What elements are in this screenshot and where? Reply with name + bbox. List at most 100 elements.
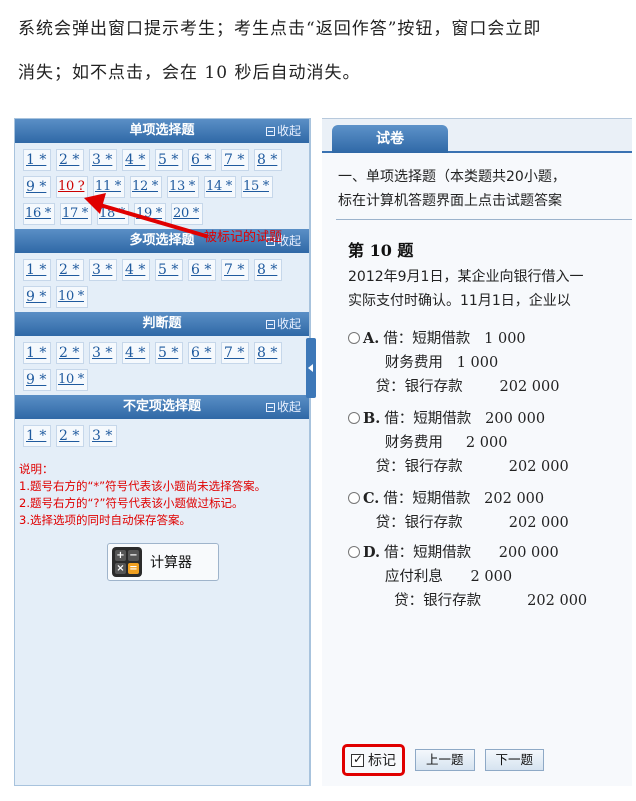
mark-checkbox[interactable]: 标记 xyxy=(342,744,405,776)
divider xyxy=(336,219,632,220)
question-link[interactable]: 4 * xyxy=(122,342,150,364)
question-link[interactable]: 8 * xyxy=(254,259,282,281)
question-grid-single-choice: 1 * 2 * 3 * 4 * 5 * 6 * 7 * 8 * 9 * 10 ? 11 * 12 * 1… xyxy=(15,143,309,229)
mark-label: 标记 xyxy=(368,753,396,769)
annotation-label: 被标记的试题 xyxy=(204,230,283,245)
option-d[interactable]: D. 借：短期借款 200 000 应付利息 2 000 贷：银行存款 202 0… xyxy=(348,541,587,613)
calculator-label: 计算器 xyxy=(150,555,192,571)
instruction-line-1: 一、单项选择题（本类题共20小题， xyxy=(338,169,566,185)
option-b[interactable]: B. 借：短期借款 200 000 财务费用 2 000 贷：银行存款 202 0… xyxy=(348,407,569,479)
previous-question-button[interactable]: 上一题 xyxy=(415,749,475,771)
stem-line-2: 实际支付时确认。11月1日，企业以 xyxy=(348,293,571,309)
question-link[interactable]: 16 * xyxy=(23,203,55,225)
option-c[interactable]: C. 借：短期借款 202 000 贷：银行存款 202 000 xyxy=(348,487,569,535)
question-link[interactable]: 14 * xyxy=(204,176,236,198)
option-a[interactable]: A. 借：短期借款 1 000 财务费用 1 000 贷：银行存款 202 000 xyxy=(348,327,560,399)
question-link[interactable]: 12 * xyxy=(130,176,162,198)
section-title: 多项选择题 xyxy=(129,233,195,248)
question-link[interactable]: 11 * xyxy=(93,176,125,198)
question-link[interactable]: 10 * xyxy=(56,286,88,308)
question-link[interactable]: 3 * xyxy=(89,342,117,364)
question-grid-multiple-choice: 1 * 2 * 3 * 4 * 5 * 6 * 7 * 8 * 9 * 10 * xyxy=(15,253,309,312)
option-row-text: 应付利息 2 000 xyxy=(348,569,513,585)
section-title: 不定项选择题 xyxy=(122,399,201,414)
radio-icon[interactable] xyxy=(348,412,360,424)
question-link[interactable]: 2 * xyxy=(56,425,84,447)
option-row-text: 贷：银行存款 202 000 xyxy=(348,459,569,475)
question-link[interactable]: 1 * xyxy=(23,149,51,171)
question-link[interactable]: 10 * xyxy=(56,369,88,391)
question-link[interactable]: 1 * xyxy=(23,425,51,447)
question-link[interactable]: 1 * xyxy=(23,259,51,281)
intro-line-1: 系统会弹出窗口提示考生；考生点击“返回作答”按钮，窗口会立即 xyxy=(18,19,542,39)
question-link[interactable]: 2 * xyxy=(56,149,84,171)
question-grid-indefinite-choice: 1 * 2 * 3 * xyxy=(15,419,309,451)
radio-icon[interactable] xyxy=(348,332,360,344)
note-2: 2.题号右方的“?”符号代表该小题做过标记。 xyxy=(19,496,244,510)
question-grid-true-false: 1 * 2 * 3 * 4 * 5 * 6 * 7 * 8 * 9 * 10 * xyxy=(15,336,309,395)
question-link[interactable]: 5 * xyxy=(155,342,183,364)
option-row-text: 贷：银行存款 202 000 xyxy=(348,515,569,531)
checkbox-checked-icon xyxy=(351,752,364,767)
option-row-text: 财务费用 2 000 xyxy=(348,435,508,451)
question-link[interactable]: 7 * xyxy=(221,259,249,281)
section-instruction: 一、单项选择题（本类题共20小题， 标在计算机答题界面上点击试题答案 xyxy=(338,165,632,213)
radio-icon[interactable] xyxy=(348,492,360,504)
option-letter: B. xyxy=(363,410,381,427)
minus-box-icon xyxy=(265,320,275,329)
collapse-button[interactable]: 收起 xyxy=(265,119,301,143)
question-link[interactable]: 9 * xyxy=(23,369,51,391)
note-3: 3.选择选项的同时自动保存答案。 xyxy=(19,513,191,527)
note-1: 1.题号右方的“*”符号代表该小题尚未选择答案。 xyxy=(19,479,267,493)
notes: 说明： 1.题号右方的“*”符号代表该小题尚未选择答案。 2.题号右方的“?”符… xyxy=(15,451,309,529)
question-link[interactable]: 6 * xyxy=(188,259,216,281)
question-link[interactable]: 8 * xyxy=(254,342,282,364)
question-link[interactable]: 9 * xyxy=(23,286,51,308)
splitter-toggle-handle[interactable] xyxy=(306,338,316,398)
question-link[interactable]: 2 * xyxy=(56,259,84,281)
question-link[interactable]: 4 * xyxy=(122,259,150,281)
intro-line-2: 消失；如不点击，会在 10 秒后自动消失。 xyxy=(18,63,361,83)
question-link[interactable]: 5 * xyxy=(155,149,183,171)
question-link[interactable]: 6 * xyxy=(188,149,216,171)
question-link[interactable]: 10 ? xyxy=(56,176,88,198)
question-link[interactable]: 9 * xyxy=(23,176,51,198)
notes-heading: 说明： xyxy=(19,462,54,476)
question-link[interactable]: 6 * xyxy=(188,342,216,364)
next-question-button[interactable]: 下一题 xyxy=(484,749,545,771)
question-link[interactable]: 17 * xyxy=(60,203,92,225)
calculator-button[interactable]: + − × = 计算器 xyxy=(107,543,219,581)
section-title: 单项选择题 xyxy=(129,123,195,138)
minus-box-icon xyxy=(265,127,275,136)
option-row-text: 贷：银行存款 202 000 xyxy=(348,593,588,609)
question-link[interactable]: 18 * xyxy=(97,203,129,225)
option-row-text: 借：短期借款 202 000 xyxy=(383,491,545,507)
question-link[interactable]: 15 * xyxy=(241,176,273,198)
question-stem: 2012年9月1日，某企业向银行借入一 实际支付时确认。11月1日，企业以 xyxy=(348,265,583,313)
bottom-toolbar: 标记 上一题 下一题 xyxy=(342,744,545,776)
option-row-text: 财务费用 1 000 xyxy=(348,355,499,371)
question-link[interactable]: 19 * xyxy=(134,203,166,225)
question-link[interactable]: 20 * xyxy=(171,203,203,225)
collapse-button[interactable]: 收起 xyxy=(265,395,301,419)
tab-exam-paper[interactable]: 试卷 xyxy=(332,125,448,153)
question-link[interactable]: 3 * xyxy=(89,425,117,447)
question-link[interactable]: 2 * xyxy=(56,342,84,364)
instruction-line-2: 标在计算机答题界面上点击试题答案 xyxy=(338,193,562,209)
question-link[interactable]: 1 * xyxy=(23,342,51,364)
question-link[interactable]: 3 * xyxy=(89,259,117,281)
question-link[interactable]: 13 * xyxy=(167,176,199,198)
collapse-button[interactable]: 收起 xyxy=(265,312,301,336)
question-link[interactable]: 8 * xyxy=(254,149,282,171)
section-header-single-choice: 单项选择题 收起 xyxy=(15,119,309,143)
option-letter: A. xyxy=(363,330,380,347)
radio-icon[interactable] xyxy=(348,546,360,558)
question-link[interactable]: 4 * xyxy=(122,149,150,171)
question-link[interactable]: 7 * xyxy=(221,149,249,171)
question-link[interactable]: 7 * xyxy=(221,342,249,364)
question-link[interactable]: 5 * xyxy=(155,259,183,281)
question-link[interactable]: 3 * xyxy=(89,149,117,171)
panel-splitter xyxy=(310,118,322,786)
calculator-icon: + − × = xyxy=(112,547,142,577)
minus-box-icon xyxy=(265,403,275,412)
